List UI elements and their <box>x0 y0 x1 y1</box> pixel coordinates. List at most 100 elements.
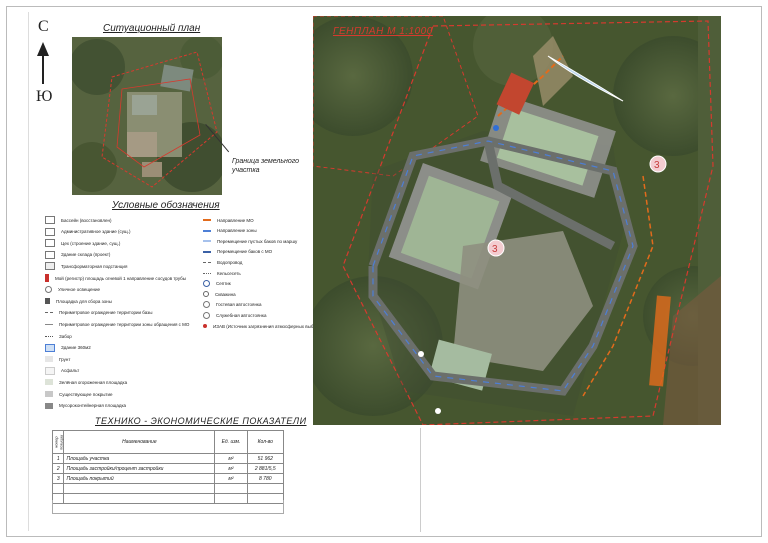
dashed-dot2-icon <box>203 272 211 274</box>
legend-item: Мой (регистр) площадь огневой 1 направле… <box>45 274 186 282</box>
legend-item: Перемещение баков с МО <box>203 248 272 256</box>
blue-box-icon <box>45 343 55 352</box>
north-arrow: С Ю <box>32 18 56 108</box>
genplan-parking-marker-1: 3 <box>654 160 660 171</box>
situation-plan-image <box>72 37 222 195</box>
pale-fill-icon <box>45 379 53 386</box>
tep-cell-name: Площадь застройки/процент застройки <box>63 463 216 474</box>
legend-item: Забор <box>45 332 72 340</box>
table-row <box>51 483 285 494</box>
tep-cell-unit: м² <box>214 473 248 484</box>
legend-item-label: Водопровод <box>217 259 243 265</box>
orange-line-icon <box>203 219 211 221</box>
tep-cell-name: Площадь участка <box>63 453 216 464</box>
legend-item-label: Здание склада (проект) <box>61 252 111 258</box>
legend-item-label: Существующее покрытие <box>59 391 113 397</box>
box-icon <box>45 227 55 236</box>
legend-item-label: Уличное освещение <box>58 287 101 293</box>
legend-item-label: Перемещение пустых баков по маршу <box>217 238 298 244</box>
tep-cell-unit: м² <box>214 463 248 474</box>
tep-header-num: номер позиции <box>52 430 64 454</box>
genplan-title: ГЕНПЛАН М 1:1000 <box>333 26 433 37</box>
tep-cell-num: 3 <box>51 473 65 484</box>
legend-item-label: Бассейн (восстановлен) <box>61 217 112 223</box>
legend-item: Цех (строение здание, сущ.) <box>45 239 121 248</box>
legend-item: Бассейн (восстановлен) <box>45 216 111 224</box>
legend-item: Грунт <box>45 355 70 363</box>
tep-cell-qty: 2 881/5,5 <box>246 463 285 474</box>
boundary-label: Граница земельного участка <box>232 158 300 174</box>
tep-header-row: номер позиции Наименование Ед. изм. Кол-… <box>52 430 285 454</box>
legend-item-label: Кельсесеть <box>217 270 241 276</box>
num-3b-icon <box>203 311 210 319</box>
dash-line-icon <box>45 312 53 314</box>
legend-item-label: Грунт <box>59 356 71 362</box>
legend-item: Кельсесеть <box>203 269 241 277</box>
sheet-divider <box>420 428 421 532</box>
legend-item: Водопровод <box>203 258 242 266</box>
genplan-svg: 3 3 <box>313 16 721 425</box>
tep-header-qty: Кол-во <box>246 430 285 454</box>
situation-plan-title: Ситуационный план <box>103 23 201 34</box>
legend-item-label: Скважина <box>215 291 236 297</box>
tep-cell-name: Площадь покрытий <box>63 473 216 484</box>
legend-left-column: Бассейн (восстановлен) Административное з… <box>45 216 205 412</box>
red-marker-icon <box>45 274 49 282</box>
legend-item: Асфальт <box>45 366 80 375</box>
legend-item: Перемещение пустых баков по маршу <box>203 237 297 245</box>
tep-cell-unit: м² <box>214 453 248 464</box>
legend-item-label: Септик <box>216 281 231 287</box>
blue-circle-icon <box>203 280 210 288</box>
legend-item: Направление зоны <box>203 227 257 235</box>
box-icon <box>45 239 55 248</box>
legend-title: Условные обозначения <box>112 200 220 211</box>
legend-item: Гостевая автостоянка <box>203 301 262 309</box>
tep-footer-area <box>52 500 284 514</box>
frame-margin-line <box>28 12 29 531</box>
box-icon <box>45 216 55 224</box>
legend-item: Периметровое ограждение территории базы <box>45 309 152 317</box>
legend-item: Направление МО <box>203 216 254 224</box>
legend-item-label: Площадка для сбора зоны <box>56 298 112 304</box>
legend-item-label: Забор <box>59 333 72 339</box>
legend-item-label: Цех (строение здание, сущ.) <box>61 240 121 246</box>
north-label: С <box>38 18 49 35</box>
legend-item-label: ИЗАВ (Источник загрязнения атмосферных в… <box>213 323 328 329</box>
legend-item-label: Перемещение баков с МО <box>217 249 273 255</box>
legend-item: Трансформаторная подстанция <box>45 262 128 271</box>
legend-item: Зелёная огороженная площадка <box>45 378 127 386</box>
tep-cell-num: 1 <box>51 453 65 464</box>
dashed-dot-icon <box>203 261 211 263</box>
blue-line-icon <box>203 229 211 232</box>
legend-item: Периметровое ограждение территории зоны … <box>45 320 189 328</box>
fence-icon <box>45 335 53 337</box>
table-row: 3 Площадь покрытий м² 8 780 <box>51 473 285 484</box>
legend-item-label: Периметровое ограждение территории зоны … <box>59 321 190 327</box>
legend-item: Служебная автостоянка <box>203 311 266 319</box>
legend-item-label: Трансформаторная подстанция <box>61 263 128 269</box>
legend-item-label: Служебная автостоянка <box>216 312 267 318</box>
south-label: Ю <box>36 88 53 105</box>
tep-cell-num: 2 <box>51 463 65 474</box>
small-circle-icon <box>203 291 209 298</box>
legend-right-column: Направление МО Направление зоны Перемещени… <box>203 216 327 336</box>
legend-item: Здание склада (проект) <box>45 250 111 259</box>
grey-fill-icon <box>45 391 53 397</box>
legend-item: Площадка для сбора зоны <box>45 297 112 305</box>
legend-item-label: Направление МО <box>217 217 254 223</box>
legend-item-label: Асфальт <box>61 368 80 374</box>
genplan-parking-marker-2: 3 <box>492 244 498 255</box>
legend-item: Скважина <box>203 290 236 298</box>
tep-header-name: Наименование <box>63 430 216 454</box>
box-icon <box>45 250 55 259</box>
legend-item: Здание 360м2 <box>45 343 91 352</box>
legend-item: Септик <box>203 280 231 288</box>
table-row: 1 Площадь участка м² 51 962 <box>51 453 285 464</box>
tep-header-unit: Ед. изм. <box>214 430 248 454</box>
tep-title: ТЕХНИКО - ЭКОНОМИЧЕСКИЕ ПОКАЗАТЕЛИ <box>95 416 307 426</box>
num-3-icon <box>203 301 210 309</box>
legend-item-label: Направление зоны <box>217 228 257 234</box>
darkgrey-fill-icon <box>45 402 53 409</box>
white-fill-icon <box>45 366 55 375</box>
legend-item-label: Периметровое ограждение территории базы <box>59 310 153 316</box>
